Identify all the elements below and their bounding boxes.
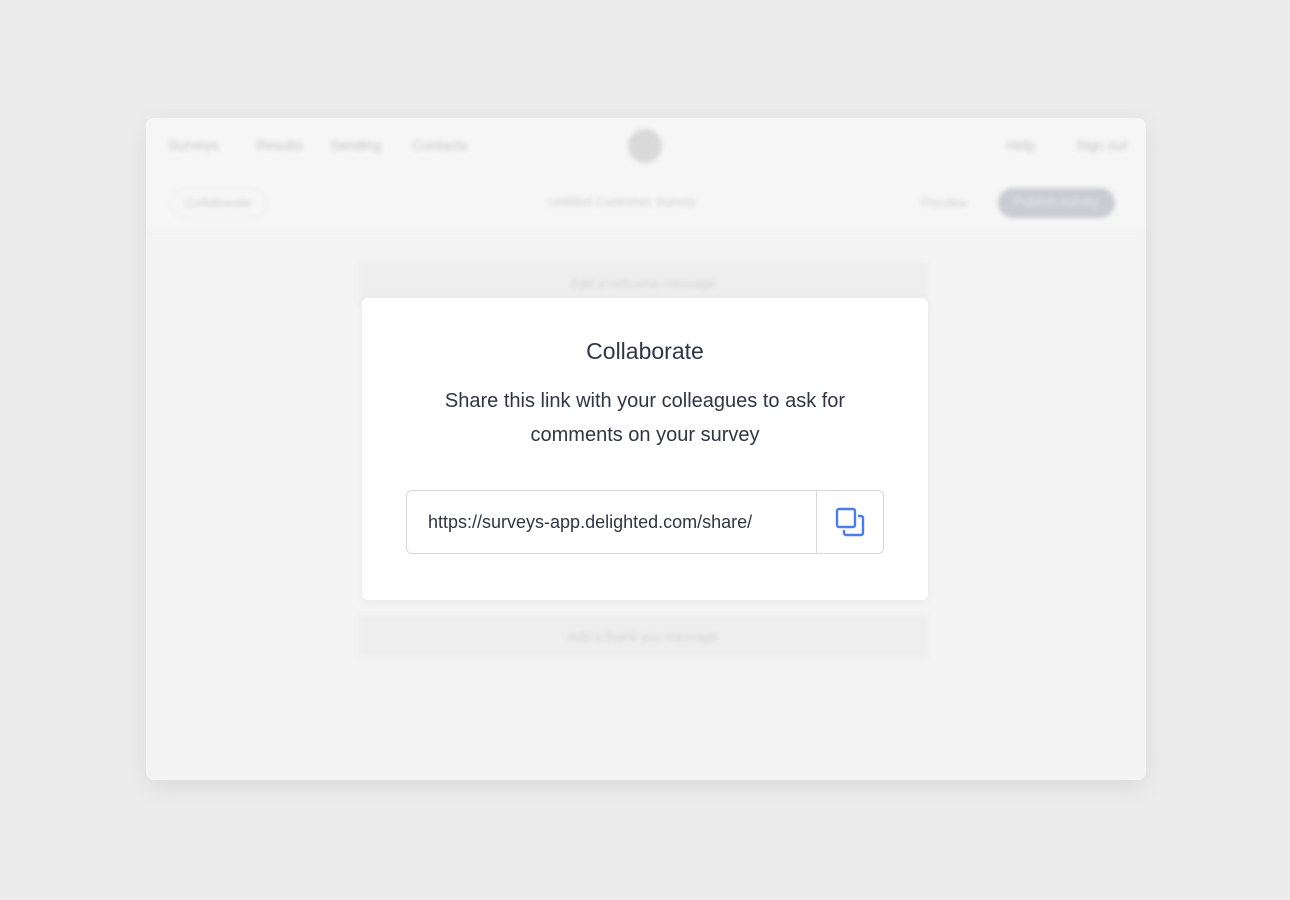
- nav-item-help[interactable]: Help: [1006, 137, 1035, 153]
- share-link-field: https://surveys-app.delighted.com/share/: [406, 490, 884, 554]
- nav-item-sign-out[interactable]: Sign out: [1076, 137, 1127, 153]
- survey-title: Untitled Customer Survey: [548, 194, 697, 209]
- preview-button[interactable]: Preview: [906, 188, 983, 218]
- share-link-input[interactable]: https://surveys-app.delighted.com/share/: [407, 491, 816, 553]
- nav-item-surveys[interactable]: Surveys: [168, 137, 219, 153]
- copy-link-button[interactable]: [816, 491, 883, 553]
- survey-toolbar: Collaborate Untitled Customer Survey Pre…: [146, 174, 1146, 230]
- collaborate-modal: Collaborate Share this link with your co…: [362, 298, 928, 600]
- top-navigation: Surveys Results Sending Contacts Help Si…: [146, 118, 1146, 174]
- copy-icon: [835, 507, 865, 537]
- modal-title: Collaborate: [586, 338, 704, 364]
- logo: [628, 129, 662, 163]
- nav-item-sending[interactable]: Sending: [330, 137, 381, 153]
- thank-you-card[interactable]: Add a thank you message: [358, 615, 928, 659]
- nav-item-contacts[interactable]: Contacts: [412, 137, 467, 153]
- collaborate-button[interactable]: Collaborate: [170, 188, 267, 218]
- publish-button[interactable]: Publish survey: [998, 188, 1115, 218]
- modal-description: Share this link with your colleagues to …: [444, 390, 846, 446]
- nav-item-results[interactable]: Results: [256, 137, 303, 153]
